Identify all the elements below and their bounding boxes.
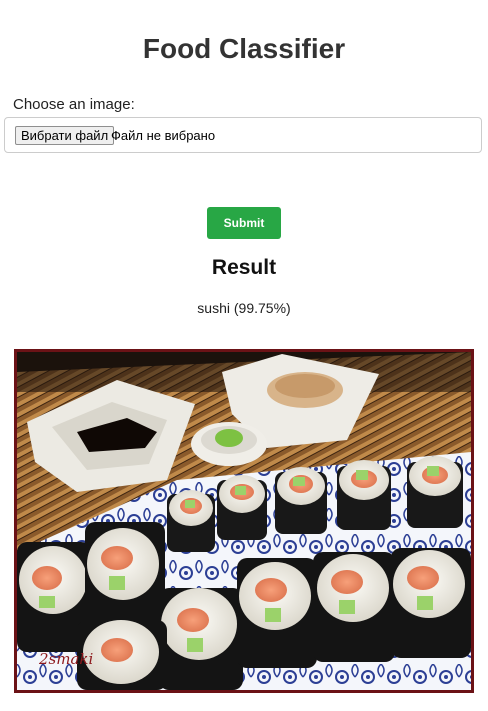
file-status-text: Файл не вибрано — [111, 128, 216, 143]
result-heading: Result — [211, 256, 277, 279]
prediction-text: sushi (99.75%) — [197, 300, 291, 316]
uploaded-food-image: 2smaki — [14, 349, 474, 693]
sushi-photo — [17, 352, 471, 690]
page-title: Food Classifier — [142, 33, 346, 64]
choose-file-button[interactable]: Вибрати файл — [15, 126, 115, 145]
choose-image-label: Choose an image: — [13, 96, 135, 113]
page: Food Classifier Choose an image: Вибрати… — [0, 0, 488, 711]
image-watermark: 2smaki — [39, 650, 94, 668]
submit-button[interactable]: Submit — [207, 207, 281, 239]
file-input[interactable]: Вибрати файл Файл не вибрано — [4, 117, 482, 153]
